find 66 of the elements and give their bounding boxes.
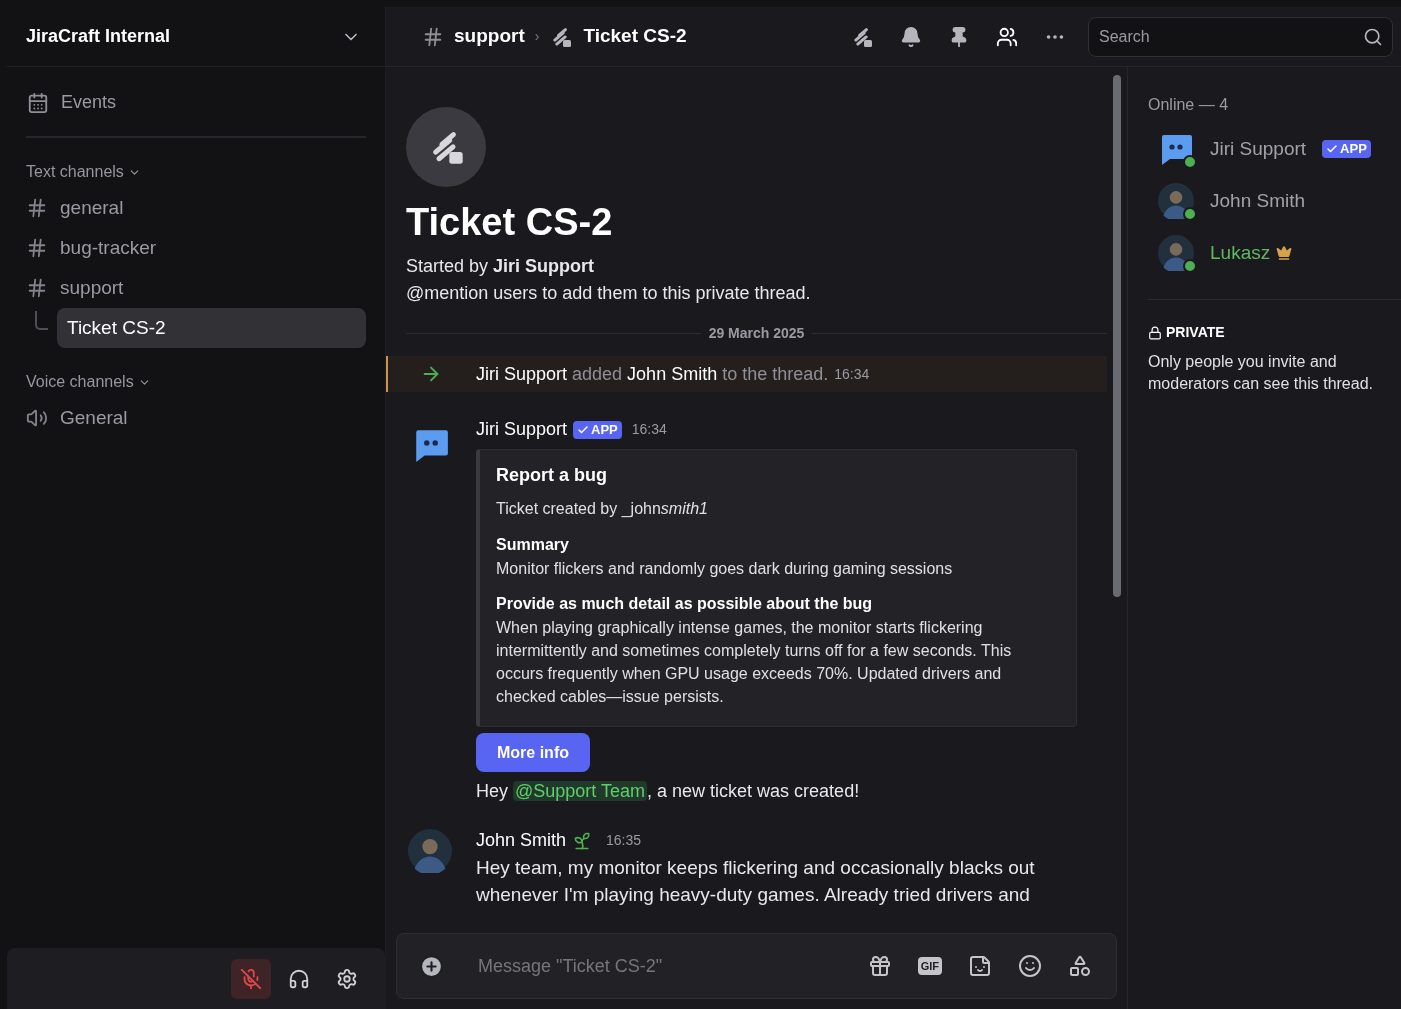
channel-item[interactable]: support (48, 268, 366, 308)
privacy-note: Only people you invite and moderators can see this thread. (1147, 352, 1374, 394)
embed-title: Report a bug (496, 464, 608, 487)
events-item[interactable]: Events (26, 81, 366, 124)
mute-button[interactable] (231, 959, 271, 999)
members-heading: Online — 4 (1147, 95, 1230, 115)
thread-branch-line (34, 311, 48, 333)
server-header[interactable]: JiraCraft Internal (7, 7, 385, 67)
author-name[interactable]: John Smith (476, 827, 567, 854)
channel-item[interactable]: general (48, 188, 366, 228)
hash-icon (26, 197, 48, 219)
private-label: PRIVATE (1166, 323, 1225, 342)
field-name: Summary (496, 535, 570, 555)
muted-microphone-icon (240, 968, 262, 990)
message-input[interactable]: Message "Ticket CS-2" (478, 952, 868, 980)
headphones-icon (288, 968, 310, 990)
app-badge: APP (1322, 140, 1371, 158)
channel-link[interactable]: support (454, 22, 525, 51)
calendar-icon (27, 91, 49, 114)
members-icon[interactable] (996, 25, 1018, 48)
lock-icon (1148, 325, 1162, 340)
settings-icon (336, 968, 358, 990)
channel-item[interactable]: bug-tracker (48, 228, 366, 268)
thread-item[interactable]: Ticket CS-2 (57, 308, 366, 348)
category-header[interactable]: Voice channels (26, 370, 366, 398)
speaker-icon (26, 407, 48, 429)
apps-icon[interactable] (1068, 954, 1092, 978)
gift-icon[interactable] (867, 954, 892, 978)
search-icon (1363, 26, 1383, 47)
started-by-text: Started by Jiri Support (406, 255, 596, 278)
emoji-icon[interactable] (1018, 954, 1042, 978)
gif-button[interactable]: GIF (917, 957, 942, 975)
member-item[interactable]: Lukasz (1158, 227, 1401, 279)
field-value: When playing graphically intense games, the monitor starts flickering intermittently and sometimes completely turns off for a few seconds. This occurs frequently when GPU usage exceeds 70%. Updated drivers and checked cables—issue persists. (496, 618, 1013, 707)
role-mention[interactable]: @Support Team (513, 781, 648, 801)
member-item[interactable]: John Smith (1158, 175, 1401, 227)
check-icon (577, 423, 590, 436)
hash-icon (26, 277, 48, 299)
embed-description: Ticket created by _johnsmith1 (496, 499, 709, 519)
field-value: Monitor flickers and randomly goes dark during gaming sessions (496, 559, 954, 579)
user-avatar (1158, 235, 1194, 271)
category-header[interactable]: Text channels (26, 160, 366, 188)
author-name[interactable]: Jiri Support (476, 416, 568, 443)
user-avatar (408, 829, 452, 873)
channel-item[interactable]: General (48, 398, 366, 438)
date-divider: 29 March 2025 (708, 324, 805, 343)
message-time: 16:35 (606, 831, 642, 850)
message-text: Hey @Support Team, a new ticket was created! (476, 780, 861, 803)
check-icon (1326, 143, 1339, 155)
notification-bell-icon[interactable] (900, 25, 922, 48)
thread-title: Ticket CS-2 (583, 24, 687, 49)
search-field[interactable]: Search (1088, 16, 1393, 57)
app-badge: APP (573, 420, 622, 439)
system-message: Jiri Support added John Smith to the thread. 16:34 (386, 356, 1107, 392)
hash-icon (26, 237, 48, 259)
message-text: Hey team, my monitor keeps flickering and occasionally blacks out whenever I'm playing heavy-duty games. Already tried drivers and (476, 856, 1036, 907)
sticker-icon[interactable] (968, 954, 992, 978)
thread-heading: Ticket CS-2 (406, 200, 614, 245)
thread-hint: @mention users to add them to this private thread. (406, 282, 812, 305)
member-item[interactable]: Jiri Support APP (1158, 123, 1401, 175)
hash-icon (422, 25, 444, 48)
message-time: 16:34 (631, 420, 667, 439)
more-info-button[interactable]: More info (476, 733, 590, 772)
user-avatar (1158, 183, 1194, 219)
field-name: Provide as much detail as possible about the bug (496, 594, 874, 614)
breadcrumb-separator: › (534, 27, 540, 46)
